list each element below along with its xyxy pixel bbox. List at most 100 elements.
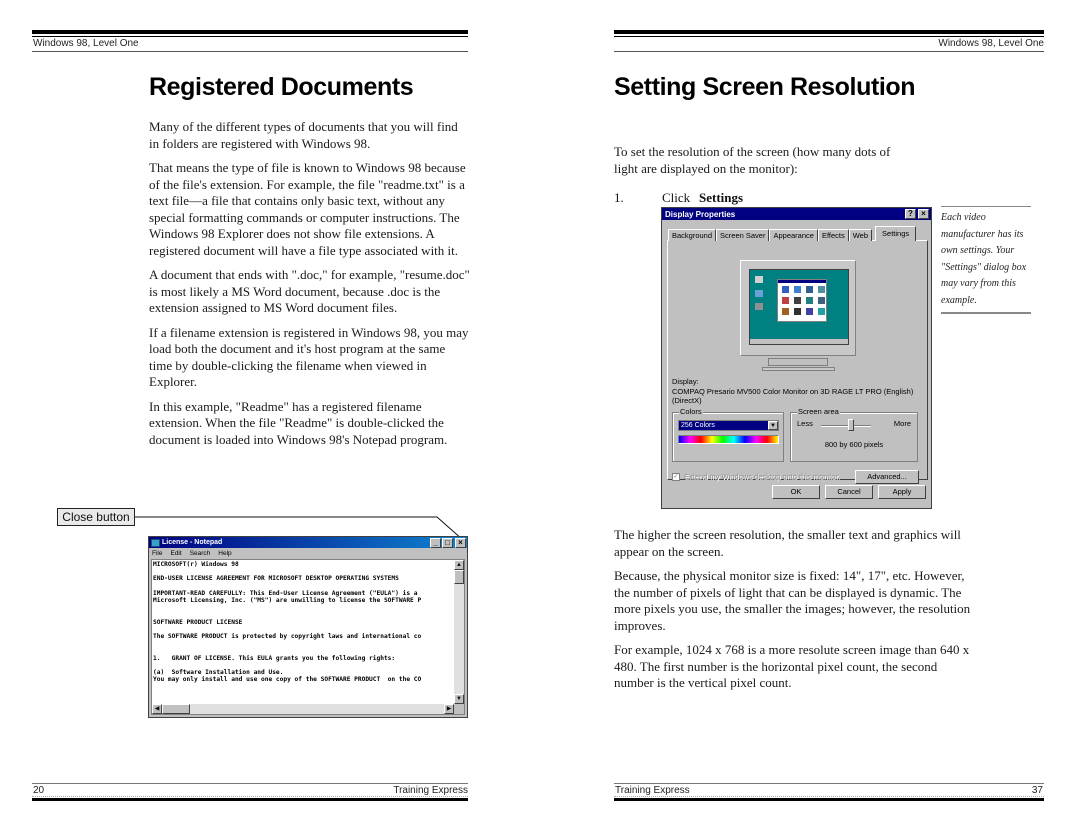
slider-less-label: Less (797, 419, 813, 428)
colors-group: Colors 256 Colors ▼ (672, 407, 784, 462)
horizontal-scroll-thumb[interactable] (162, 704, 190, 714)
menu-help[interactable]: Help (218, 550, 231, 557)
step-number: 1. (614, 190, 624, 205)
footer-rule (614, 783, 1044, 784)
notepad-menubar: File Edit Search Help (149, 548, 467, 558)
resolution-slider-track[interactable] (821, 425, 871, 427)
scroll-up-button[interactable]: ▲ (454, 560, 464, 570)
scroll-left-button[interactable]: ◀ (152, 704, 162, 714)
display-properties-dialog: Display Properties ? × Background Screen… (661, 207, 932, 509)
monitor-preview (740, 260, 856, 356)
callout-label: Close button (57, 508, 135, 526)
notepad-text[interactable]: MICROSOFT(r) Windows 98 END-USER LICENSE… (153, 561, 452, 704)
preview-icon (782, 297, 789, 304)
tab-strip: Background Screen Saver Appearance Effec… (668, 226, 917, 241)
header-rule-thin (614, 36, 1044, 37)
page-number: 37 (1031, 785, 1043, 796)
screen-area-label: Screen area (797, 407, 840, 416)
step-verb: Click (662, 190, 691, 205)
chevron-down-icon[interactable]: ▼ (768, 421, 778, 430)
horizontal-scrollbar[interactable]: ◀ ▶ (152, 704, 454, 714)
body-text: Many of the different types of documents… (149, 119, 471, 456)
vertical-scroll-thumb[interactable] (454, 570, 464, 584)
slider-more-label: More (893, 419, 911, 428)
paragraph: If a filename extension is registered in… (149, 324, 469, 390)
paragraph: In this example, "Readme" has a register… (149, 398, 448, 447)
menu-file[interactable]: File (152, 550, 162, 557)
header-underline (32, 51, 468, 52)
monitor-stand (768, 358, 828, 366)
preview-icon (806, 308, 813, 315)
desktop-icon (755, 290, 763, 297)
colors-dropdown[interactable]: 256 Colors ▼ (678, 420, 779, 431)
preview-icon (794, 297, 801, 304)
paragraph: A document that ends with ".doc," for ex… (149, 267, 470, 315)
left-page: Windows 98, Level One Registered Documen… (0, 0, 540, 834)
desktop-icon (755, 303, 763, 310)
close-button[interactable]: × (455, 537, 466, 548)
monitor-foot (762, 367, 835, 371)
paragraph: To set the resolution of the screen (how… (614, 144, 891, 176)
preview-icon (818, 308, 825, 315)
footer-publisher: Training Express (393, 785, 468, 796)
footer-dotted-rule (614, 796, 1044, 797)
footer-publisher: Training Express (615, 785, 690, 796)
paragraph: Because, the physical monitor size is fi… (614, 568, 971, 633)
preview-taskbar (750, 339, 848, 344)
cancel-button[interactable]: Cancel (825, 485, 873, 499)
colors-label: Colors (679, 407, 703, 416)
header-rule-thin (32, 36, 468, 37)
display-label: Display: (672, 377, 699, 386)
preview-icon (806, 286, 813, 293)
menu-search[interactable]: Search (190, 550, 211, 557)
extend-desktop-option: ✓ Extend my Windows desktop onto this mo… (672, 472, 840, 481)
notepad-editor[interactable]: MICROSOFT(r) Windows 98 END-USER LICENSE… (151, 559, 465, 715)
maximize-button[interactable]: □ (442, 537, 453, 548)
footer-dotted-rule (32, 796, 468, 797)
notepad-title: License - Notepad (162, 539, 223, 546)
minimize-button[interactable]: _ (430, 537, 441, 548)
vertical-scrollbar[interactable]: ▲ ▼ (454, 560, 464, 704)
display-adapter-value: COMPAQ Presario MV500 Color Monitor on 3… (672, 387, 914, 405)
menu-edit[interactable]: Edit (170, 550, 181, 557)
preview-icon (782, 286, 789, 293)
color-spectrum-preview (678, 435, 779, 444)
header-rule (32, 30, 468, 34)
close-button[interactable]: × (918, 209, 929, 219)
header-underline (614, 51, 1044, 52)
tab-settings[interactable]: Settings (875, 226, 917, 241)
resolution-value: 800 by 600 pixels (824, 440, 884, 449)
page-number: 20 (33, 785, 45, 796)
ok-button[interactable]: OK (772, 485, 820, 499)
extend-desktop-checkbox[interactable]: ✓ (672, 472, 680, 481)
extend-desktop-label: Extend my Windows desktop onto this moni… (684, 472, 840, 481)
footer-thick-rule (32, 798, 468, 801)
desktop-icon (755, 276, 763, 283)
advanced-button[interactable]: Advanced... (855, 470, 919, 484)
running-header: Windows 98, Level One (33, 38, 139, 49)
preview-icon (794, 308, 801, 315)
resolution-slider-thumb[interactable] (848, 419, 854, 431)
resize-grip[interactable] (454, 704, 464, 714)
paragraph: The higher the screen resolution, the sm… (614, 527, 961, 559)
header-rule (614, 30, 1044, 34)
preview-icon (818, 286, 825, 293)
paragraph: For example, 1024 x 768 is a more resolu… (614, 642, 970, 690)
apply-button[interactable]: Apply (878, 485, 926, 499)
help-button[interactable]: ? (905, 209, 916, 219)
scroll-right-button[interactable]: ▶ (444, 704, 454, 714)
step-1: 1. Click Settings (614, 190, 743, 206)
footer-rule (32, 783, 468, 784)
notepad-app-icon (151, 538, 160, 547)
scroll-down-button[interactable]: ▼ (454, 694, 464, 704)
paragraph: That means the type of file is known to … (149, 160, 466, 258)
notepad-titlebar[interactable]: License - Notepad _ □ × (149, 537, 467, 548)
preview-icon (782, 308, 789, 315)
screen-area-group: Screen area Less More 800 by 600 pixels (790, 407, 918, 462)
dialog-titlebar[interactable]: Display Properties ? × (662, 208, 931, 220)
settings-panel: Display: COMPAQ Presario MV500 Color Mon… (667, 240, 927, 484)
margin-note: Each video manufacturer has its own sett… (941, 206, 1031, 314)
running-header: Windows 98, Level One (938, 38, 1044, 49)
step-target: Settings (699, 190, 744, 205)
footer-thick-rule (614, 798, 1044, 801)
